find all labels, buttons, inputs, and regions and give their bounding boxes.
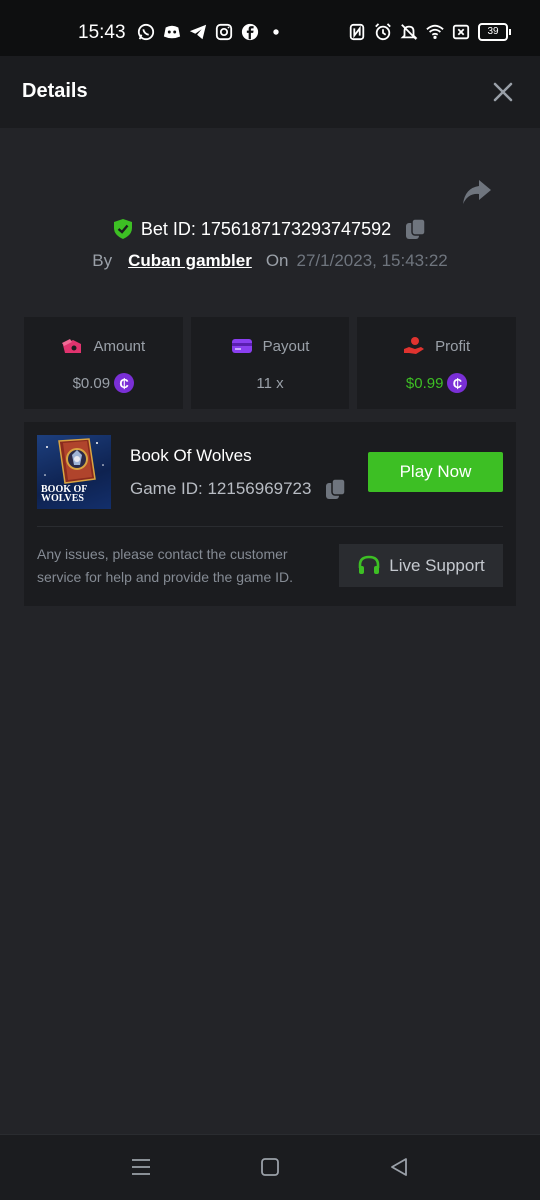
bet-date: 27/1/2023, 15:43:22 — [296, 251, 448, 270]
help-text: Any issues, please contact the customer … — [37, 546, 294, 585]
money-bag-icon — [62, 339, 82, 353]
game-card: BOOK OF WOLVES Book Of Wolves Game ID: 1… — [24, 422, 516, 606]
whatsapp-icon — [137, 23, 155, 41]
profit-label: Profit — [435, 337, 471, 355]
status-time: 15:43 — [78, 22, 126, 43]
game-id-row: Game ID: 12156969723 — [130, 478, 347, 500]
payout-card: Payout 11 x — [190, 317, 350, 409]
share-icon[interactable] — [462, 178, 492, 206]
bet-id: Bet ID: 1756187173293747592 — [140, 218, 392, 239]
payout-value: 11 x — [256, 374, 284, 392]
game-thumbnail[interactable]: BOOK OF WOLVES — [37, 435, 111, 509]
discord-icon — [163, 25, 181, 39]
details-header: Details — [0, 56, 540, 128]
instagram-icon — [215, 23, 233, 41]
amount-card: Amount $0.09 ₵ — [24, 317, 183, 409]
notification-icons — [137, 23, 285, 41]
home-icon[interactable] — [259, 1156, 281, 1178]
copy-icon[interactable] — [325, 478, 347, 500]
nfc-icon — [349, 23, 365, 41]
coin-icon: ₵ — [114, 373, 135, 393]
dot-icon — [273, 29, 279, 35]
wifi-icon — [426, 24, 444, 40]
card-icon — [231, 339, 252, 353]
sim-icon — [452, 24, 470, 40]
amount-value: $0.09 — [72, 374, 111, 392]
profit-card: Profit $0.99 ₵ — [357, 317, 517, 409]
bet-stats: Amount $0.09 ₵ Payout 11 x Profit $0.99 … — [24, 317, 517, 409]
game-name: Book Of Wolves — [130, 446, 252, 465]
status-bar: 15:43 39 — [0, 0, 540, 56]
bell-off-icon — [400, 24, 418, 40]
game-thumb-title: BOOK OF WOLVES — [41, 484, 88, 504]
battery-icon: 39 — [478, 23, 511, 41]
menu-icon[interactable] — [130, 1156, 152, 1178]
bet-id-row: Bet ID: 1756187173293747592 — [0, 216, 540, 242]
close-icon[interactable] — [492, 81, 514, 103]
system-icons: 39 — [348, 23, 511, 41]
live-support-button[interactable]: Live Support — [339, 544, 503, 587]
game-id: Game ID: 12156969723 — [130, 479, 312, 498]
headset-icon — [358, 555, 380, 574]
user-link[interactable]: Cuban gambler — [128, 251, 252, 271]
profit-hand-icon — [404, 337, 425, 354]
facebook-icon — [241, 23, 259, 41]
divider — [37, 526, 503, 527]
profit-value: $0.99 — [405, 374, 444, 392]
on-label: On — [265, 251, 289, 270]
coin-icon: ₵ — [447, 373, 468, 393]
by-label: By — [92, 251, 113, 270]
bet-author-row: By Cuban gambler On 27/1/2023, 15:43:22 — [0, 249, 540, 273]
page-title: Details — [22, 80, 88, 102]
telegram-icon — [189, 24, 207, 40]
amount-label: Amount — [93, 337, 146, 355]
live-support-label: Live Support — [389, 555, 485, 575]
play-now-button[interactable]: Play Now — [368, 452, 503, 492]
payout-label: Payout — [262, 337, 310, 355]
shield-check-icon — [113, 219, 132, 239]
back-icon[interactable] — [388, 1156, 410, 1178]
alarm-icon — [375, 23, 391, 41]
system-nav-bar — [0, 1134, 540, 1200]
copy-icon[interactable] — [405, 218, 427, 240]
